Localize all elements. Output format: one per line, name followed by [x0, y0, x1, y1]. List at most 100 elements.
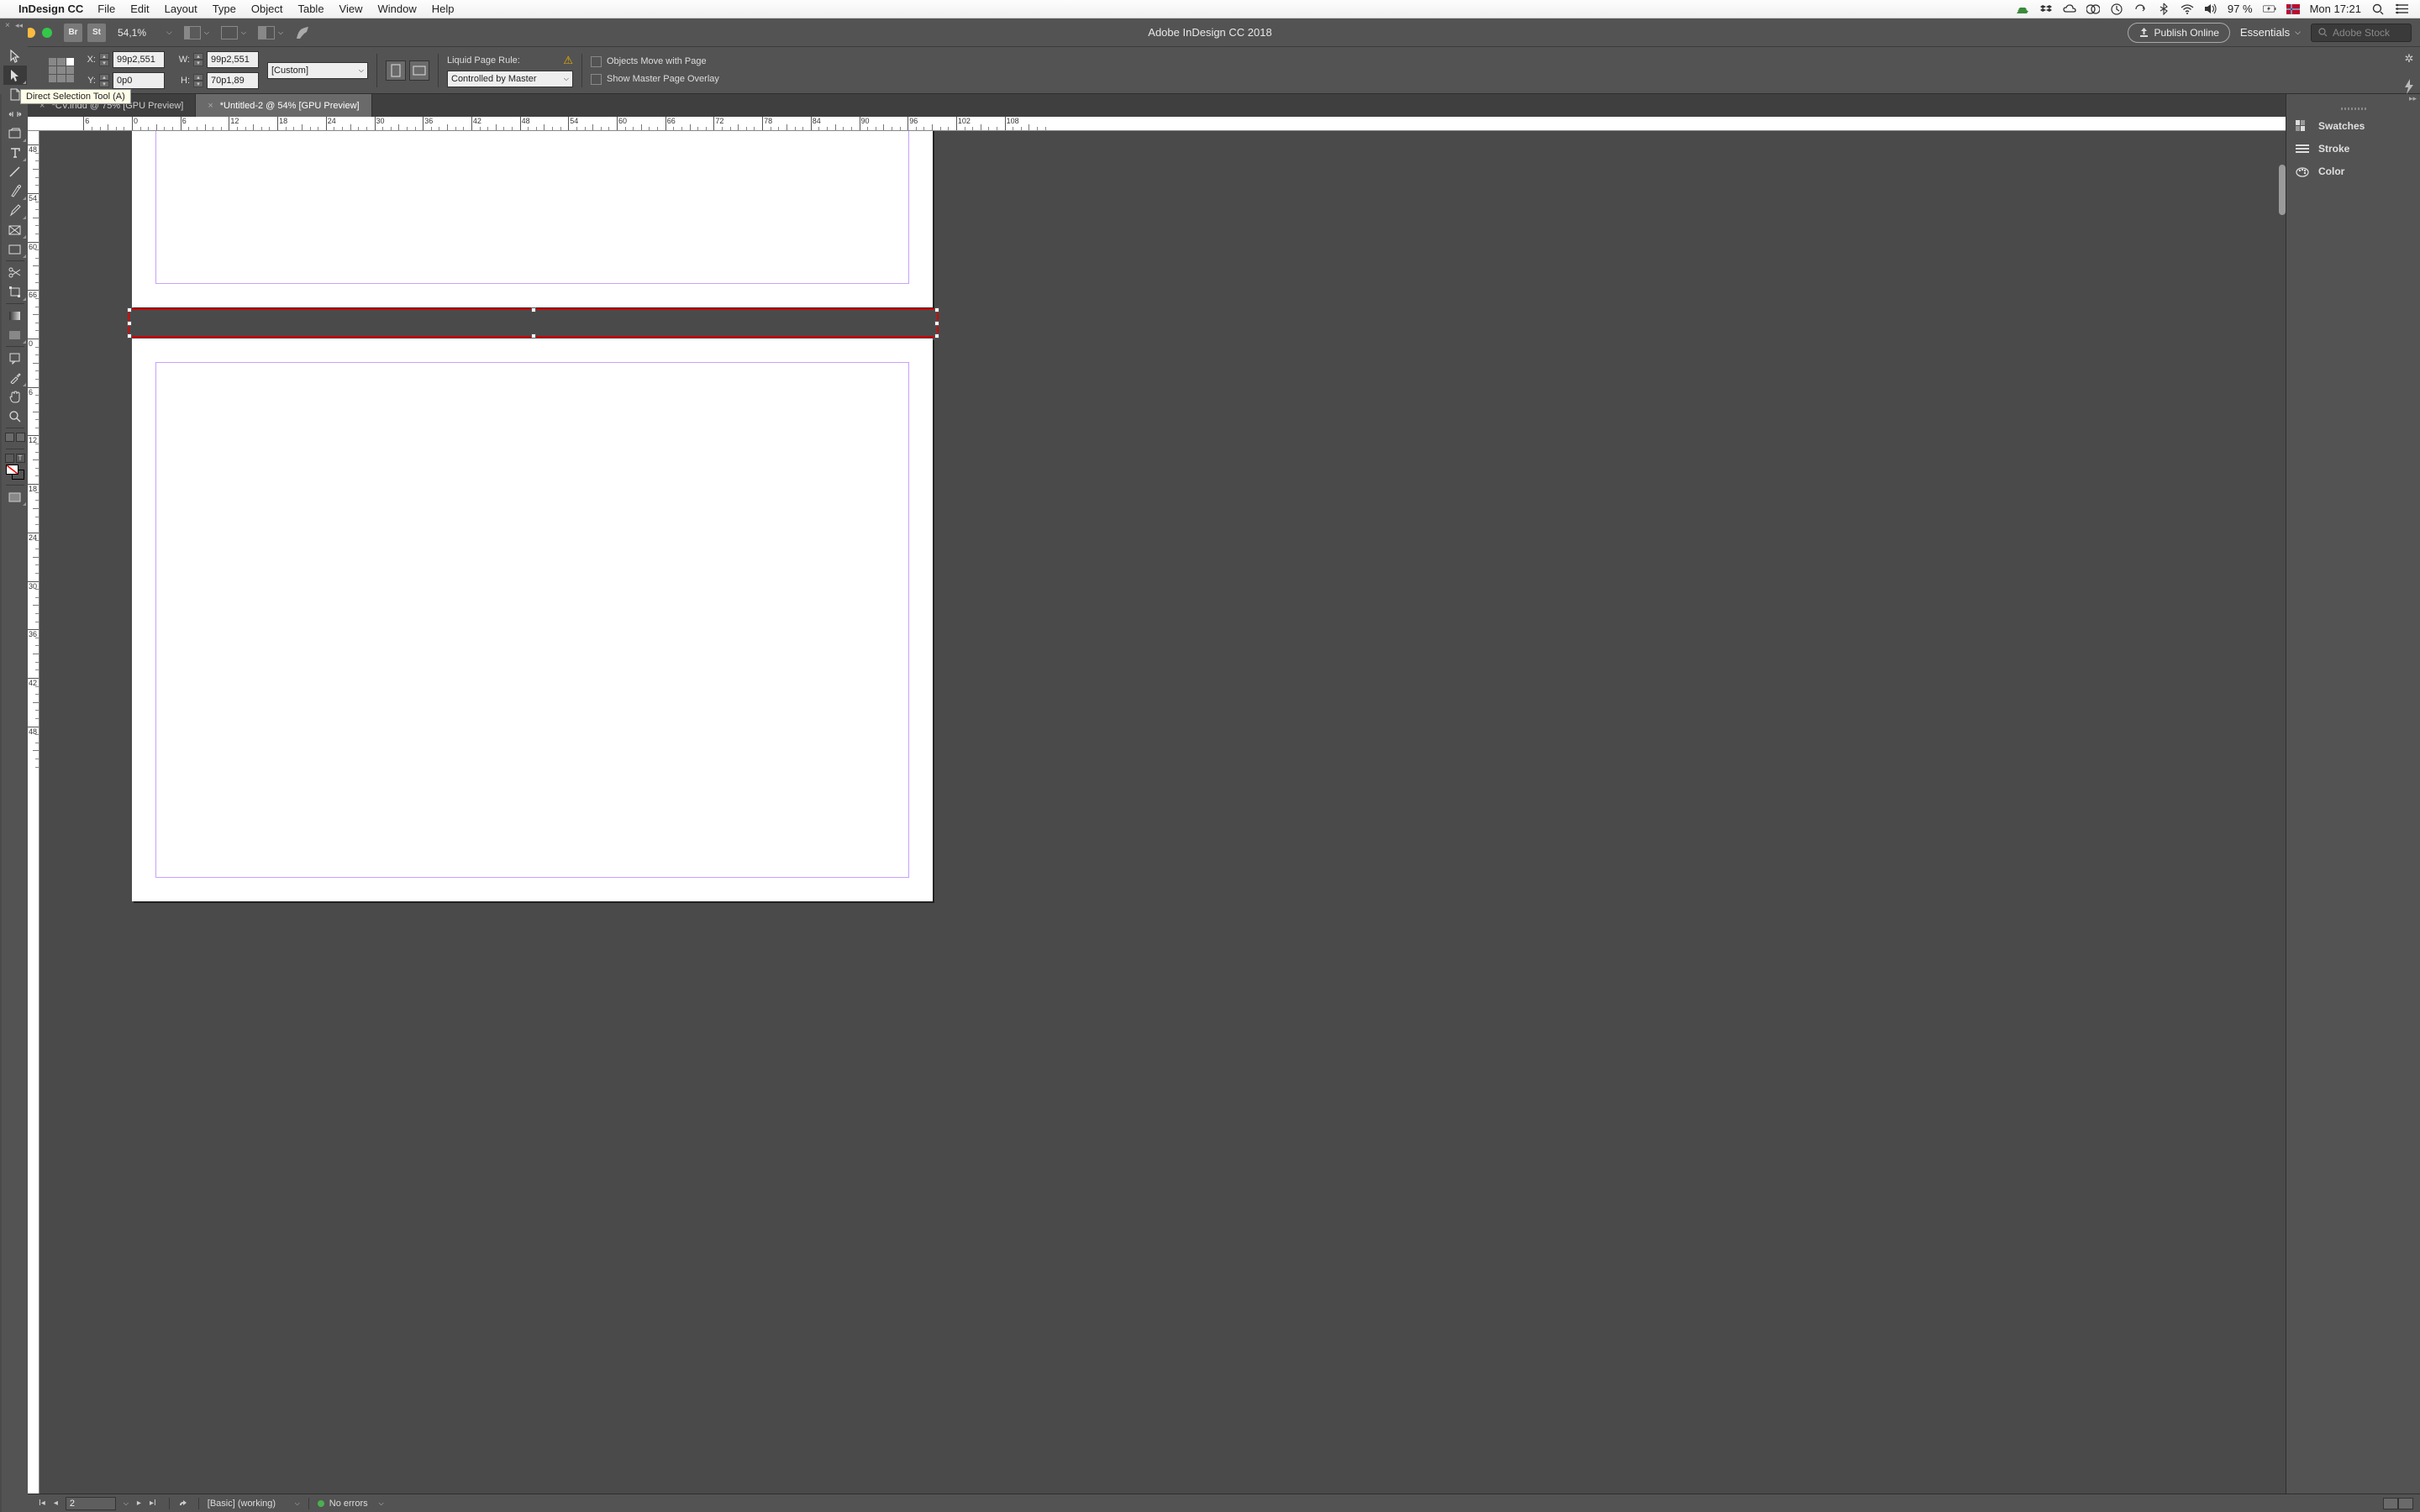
open-dialog-icon[interactable]	[178, 1499, 190, 1509]
current-page-field[interactable]	[66, 1497, 116, 1510]
arrange-documents[interactable]: ⌵	[258, 26, 283, 39]
orientation-landscape-button[interactable]	[409, 60, 429, 81]
document-tab-untitled[interactable]: × *Untitled-2 @ 54% [GPU Preview]	[196, 94, 371, 117]
panel-swatches[interactable]: Swatches	[2286, 114, 2420, 137]
gpu-perf-icon[interactable]	[295, 25, 310, 40]
dock-grip[interactable]	[2286, 102, 2420, 114]
eyedropper-tool[interactable]	[3, 368, 27, 387]
bolt-icon[interactable]	[2403, 79, 2415, 94]
battery-text[interactable]: 97 %	[2228, 3, 2253, 15]
stock-button[interactable]: St	[87, 24, 106, 42]
menu-type[interactable]: Type	[205, 3, 244, 15]
h-input[interactable]	[207, 72, 259, 89]
menu-edit[interactable]: Edit	[123, 3, 156, 15]
preflight-dropdown-icon[interactable]: ⌵	[375, 1499, 388, 1508]
fill-stroke-swatch[interactable]	[6, 465, 24, 480]
fill-stroke-toggle[interactable]	[5, 433, 25, 442]
document-canvas[interactable]	[39, 131, 2286, 1494]
first-page-button[interactable]: I◂	[34, 1499, 50, 1508]
view-options-1[interactable]: ⌵	[184, 26, 209, 39]
x-stepper[interactable]: ▴▾	[99, 53, 109, 66]
content-collector-tool[interactable]	[3, 123, 27, 143]
collapse-dock-icon[interactable]: ▸▸	[2286, 94, 2420, 102]
pen-tool[interactable]	[3, 181, 27, 201]
menu-file[interactable]: File	[90, 3, 123, 15]
pencil-tool[interactable]	[3, 201, 27, 220]
scissors-tool[interactable]	[3, 263, 27, 282]
sync-icon[interactable]	[2016, 3, 2029, 16]
preflight-status-text[interactable]: No errors	[329, 1499, 368, 1509]
x-input[interactable]	[113, 51, 165, 68]
page-2[interactable]	[132, 339, 933, 901]
wifi-icon[interactable]	[2181, 3, 2194, 16]
menu-help[interactable]: Help	[424, 3, 462, 15]
spotlight-icon[interactable]	[2371, 3, 2385, 16]
bluetooth-icon[interactable]	[2157, 3, 2170, 16]
hand-tool[interactable]	[3, 387, 27, 407]
direct-selection-tool[interactable]	[3, 66, 27, 85]
dropbox-icon[interactable]	[2039, 3, 2053, 16]
window-zoom-button[interactable]	[42, 28, 52, 38]
last-page-button[interactable]: ▸I	[145, 1499, 160, 1508]
zoom-level[interactable]: 54,1%	[118, 27, 158, 39]
cc-icon[interactable]	[2086, 3, 2100, 16]
menu-extras-icon[interactable]	[2395, 3, 2408, 16]
menu-object[interactable]: Object	[244, 3, 291, 15]
vertical-ruler[interactable]: 485460660612182430364248	[28, 131, 39, 1494]
w-input[interactable]	[207, 51, 259, 68]
view-options-2[interactable]: ⌵	[221, 26, 246, 39]
clock-text[interactable]: Mon 17:21	[2310, 3, 2361, 15]
type-tool[interactable]	[3, 143, 27, 162]
objects-move-checkbox-row[interactable]: Objects Move with Page	[591, 56, 719, 67]
vertical-scrollbar-thumb[interactable]	[2279, 165, 2286, 215]
paragraph-style-select[interactable]: [Basic] (working) ⌵	[208, 1499, 300, 1509]
cloud-icon[interactable]	[2063, 3, 2076, 16]
zoom-tool[interactable]	[3, 407, 27, 426]
page-dropdown-icon[interactable]: ⌵	[119, 1499, 133, 1508]
next-page-button[interactable]: ▸	[133, 1499, 145, 1508]
page-1[interactable]	[132, 131, 933, 307]
rectangle-tool[interactable]	[3, 239, 27, 259]
line-tool[interactable]	[3, 162, 27, 181]
panel-stroke[interactable]: Stroke	[2286, 137, 2420, 160]
liquid-page-rule-select[interactable]: Controlled by Master ⌵	[447, 71, 573, 87]
menu-table[interactable]: Table	[290, 3, 331, 15]
screen-mode-button[interactable]	[3, 487, 27, 507]
note-tool[interactable]	[3, 349, 27, 368]
mode-normal-preview[interactable]: T	[5, 454, 25, 463]
close-tab-icon[interactable]: ×	[208, 101, 213, 111]
battery-icon[interactable]	[2263, 3, 2276, 16]
y-input[interactable]	[113, 72, 165, 89]
h-stepper[interactable]: ▴▾	[193, 74, 203, 87]
close-toolbox-icon[interactable]: ×	[5, 21, 10, 30]
master-overlay-checkbox-row[interactable]: Show Master Page Overlay	[591, 74, 719, 85]
adobe-stock-search[interactable]: Adobe Stock	[2311, 24, 2412, 42]
menu-window[interactable]: Window	[371, 3, 424, 15]
menu-layout[interactable]: Layout	[157, 3, 205, 15]
sync2-icon[interactable]	[2133, 3, 2147, 16]
volume-icon[interactable]	[2204, 3, 2217, 16]
workspace-switcher[interactable]: Essentials ⌵	[2240, 26, 2301, 39]
y-stepper[interactable]: ▴▾	[99, 74, 109, 87]
selected-frame[interactable]	[128, 308, 939, 338]
page-size-preset[interactable]: [Custom] ⌵	[267, 62, 368, 79]
zoom-dropdown-icon[interactable]: ⌵	[166, 28, 172, 37]
rectangle-frame-tool[interactable]	[3, 220, 27, 239]
publish-online-button[interactable]: Publish Online	[2128, 23, 2230, 43]
menu-view[interactable]: View	[332, 3, 371, 15]
prev-page-button[interactable]: ◂	[50, 1499, 62, 1508]
selection-tool[interactable]	[3, 46, 27, 66]
bridge-button[interactable]: Br	[64, 24, 82, 42]
reference-point-grid[interactable]	[49, 58, 74, 83]
orientation-portrait-button[interactable]	[386, 60, 406, 81]
w-stepper[interactable]: ▴▾	[193, 53, 203, 66]
gradient-swatch-tool[interactable]	[3, 306, 27, 325]
free-transform-tool[interactable]	[3, 282, 27, 302]
clock-icon[interactable]	[2110, 3, 2123, 16]
view-split-toggle[interactable]	[2383, 1498, 2413, 1509]
flag-icon[interactable]	[2286, 3, 2300, 16]
gear-icon[interactable]: ✲	[2405, 52, 2414, 66]
horizontal-ruler[interactable]: 606121824303642485460667278849096102108	[28, 117, 2286, 131]
panel-color[interactable]: Color	[2286, 160, 2420, 182]
gradient-feather-tool[interactable]	[3, 325, 27, 344]
